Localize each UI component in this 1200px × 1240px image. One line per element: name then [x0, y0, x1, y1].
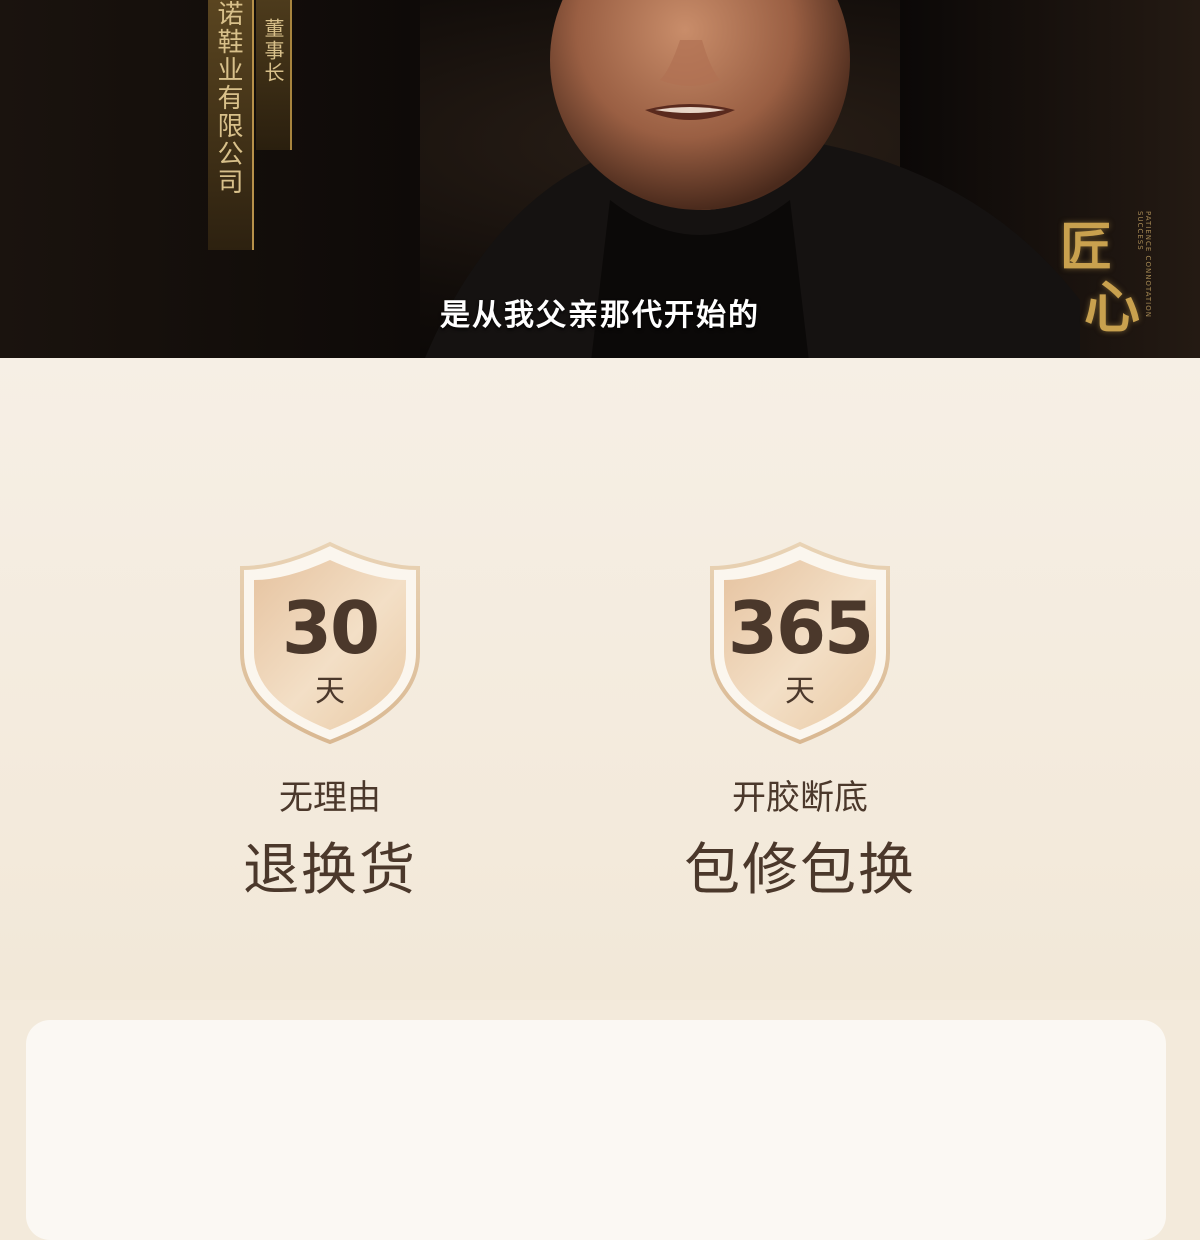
shield-unit: 天 — [315, 674, 345, 709]
shield-icon: 365 天 — [680, 538, 920, 748]
brand-logo: 匠 心 PATIENCE CONNOTATION SUCCESS — [1060, 205, 1152, 341]
video-subtitle: 是从我父亲那代开始的 — [440, 298, 760, 333]
guarantee-caption-big: 包修包换 — [684, 838, 916, 903]
guarantee-badge-repair: 365 天 开胶断底 包修包换 — [680, 538, 920, 906]
video-frame[interactable]: 诺鞋业有限公司 董事长 是从我父亲那代开始的 匠 心 PATIENCE CONN… — [0, 0, 1200, 358]
shield-icon: 30 天 — [210, 538, 450, 748]
guarantee-caption-small: 无理由 — [279, 778, 381, 818]
guarantee-caption-big: 退换货 — [243, 838, 417, 903]
brand-tagline: PATIENCE CONNOTATION SUCCESS — [1136, 211, 1152, 318]
guarantee-section: 30 天 无理由 退换货 365 天 开胶断底 包修包换 — [0, 358, 1200, 1000]
guarantee-caption-small: 开胶断底 — [732, 778, 868, 818]
speaker-title: 董事长 — [261, 18, 285, 84]
shield-number: 30 — [281, 586, 380, 670]
shield-unit: 天 — [785, 674, 815, 709]
shield-number: 365 — [727, 586, 874, 670]
company-name: 诺鞋业有限公司 — [213, 0, 243, 196]
info-card — [26, 1020, 1166, 1240]
guarantee-badge-return: 30 天 无理由 退换货 — [210, 538, 450, 906]
